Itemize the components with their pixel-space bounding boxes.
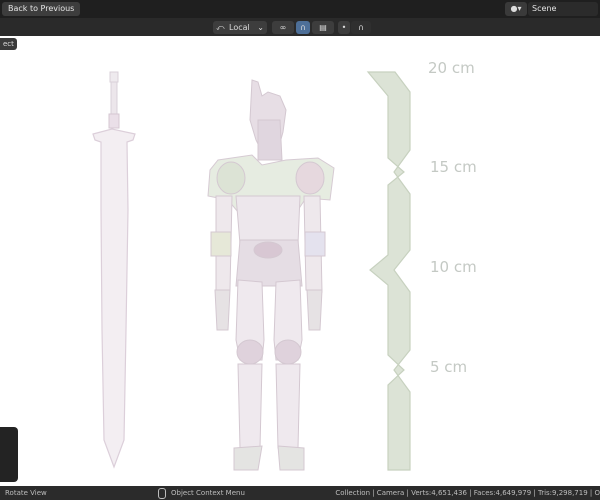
status-bar: Rotate View Object Context Menu Collecti… xyxy=(0,486,600,500)
proportional-editing-button[interactable]: • xyxy=(338,21,350,34)
orientation-icon: ⤺ xyxy=(216,23,225,32)
link-icon: ∞ xyxy=(279,23,287,32)
transform-orientation-dropdown[interactable]: ⤺ Local ⌄ xyxy=(213,21,267,34)
status-rotate-view: Rotate View xyxy=(5,489,47,497)
scene-selector-icon[interactable]: ●▾ xyxy=(505,2,527,16)
proportional-editing-icon: • xyxy=(341,23,347,32)
top-header-bar: Back to Previous ●▾ Scene xyxy=(0,0,600,18)
ruler-label-20cm: 20 cm xyxy=(428,59,475,77)
snap-increment-icon: ▤ xyxy=(319,23,327,32)
magnet-icon: ∩ xyxy=(300,23,306,32)
status-scene-statistics: Collection | Camera | Verts:4,651,436 | … xyxy=(335,489,600,497)
transform-orientation-label: Local xyxy=(229,23,250,32)
3d-viewport[interactable]: 20 cm 15 cm 10 cm 5 cm xyxy=(0,36,600,486)
status-context-menu: Object Context Menu xyxy=(171,489,245,497)
ruler-label-15cm: 15 cm xyxy=(430,158,477,176)
scene-name-field[interactable]: Scene xyxy=(528,2,598,16)
height-ruler-model[interactable] xyxy=(366,71,411,471)
ruler-label-10cm: 10 cm xyxy=(430,258,477,276)
transform-pivot-dropdown[interactable]: ∞ xyxy=(272,21,294,34)
ruler-label-5cm: 5 cm xyxy=(430,358,467,376)
chevron-down-icon: ⌄ xyxy=(257,23,264,32)
sidebar-panel-tab[interactable] xyxy=(0,427,18,482)
viewport-header-toolbar: ⤺ Local ⌄ ∞ ∩ ▤ • ∩ xyxy=(0,18,600,36)
falloff-curve-icon: ∩ xyxy=(358,23,364,32)
knight-model[interactable] xyxy=(207,79,335,471)
mouse-icon xyxy=(158,487,166,499)
snap-target-dropdown[interactable]: ▤ xyxy=(312,21,334,34)
sword-model[interactable] xyxy=(92,71,136,469)
snap-toggle-button[interactable]: ∩ xyxy=(296,21,310,34)
back-to-previous-button[interactable]: Back to Previous xyxy=(2,2,81,16)
falloff-dropdown[interactable]: ∩ xyxy=(351,21,371,34)
